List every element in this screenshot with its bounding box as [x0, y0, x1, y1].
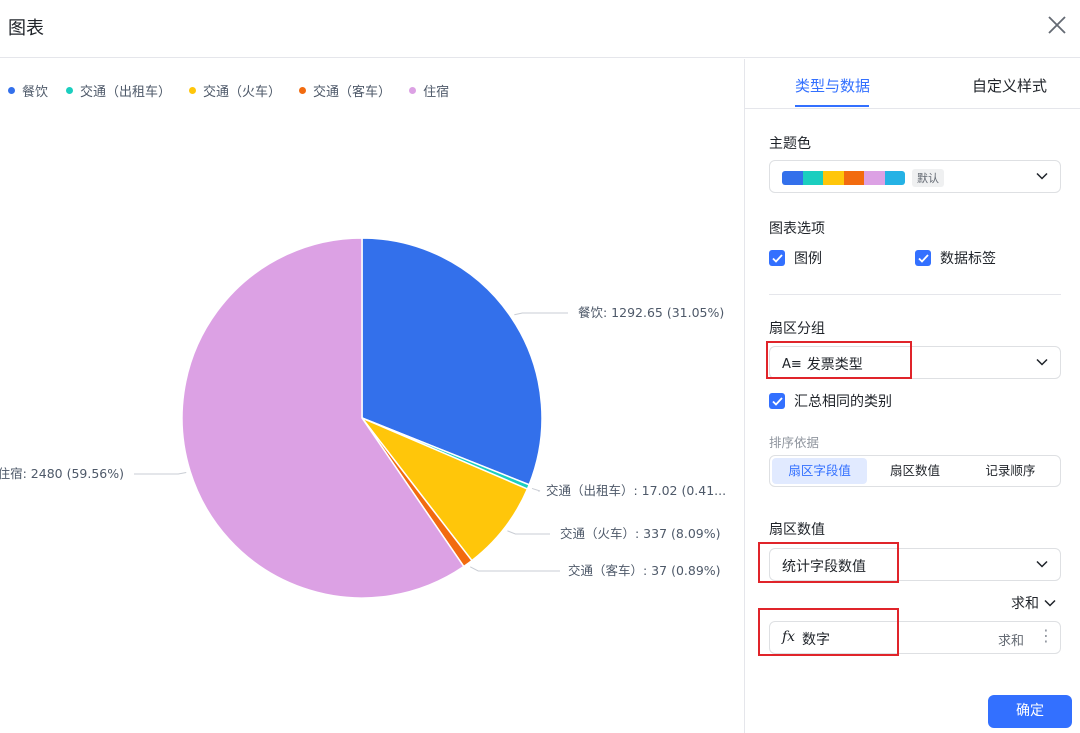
legend-label: 交通（出租车） — [80, 85, 172, 100]
confirm-button[interactable]: 确定 — [988, 695, 1072, 728]
label-leader-line — [469, 566, 560, 572]
section-divider — [769, 294, 1061, 295]
settings-panel: 类型与数据 自定义样式 主题色 默认 图表选项 图例 数据标签 扇区分组 A≡ … — [745, 59, 1080, 733]
legend-dot — [409, 87, 417, 94]
checkbox-checked-icon — [915, 250, 931, 266]
slice-data-label: 餐饮: 1292.65 (31.05%) — [578, 305, 724, 320]
merge-same-checkbox[interactable]: 汇总相同的类别 — [769, 391, 892, 411]
checkbox-checked-icon — [769, 393, 785, 409]
slice-data-label: 交通（火车）: 337 (8.09%) — [560, 526, 720, 541]
color-swatch — [782, 171, 803, 185]
tab-custom-style[interactable]: 自定义样式 — [972, 75, 1047, 96]
theme-swatches — [782, 171, 905, 185]
chevron-down-icon — [1036, 172, 1048, 180]
legend-label: 交通（火车） — [203, 85, 282, 100]
sort-option-sector-value[interactable]: 扇区数值 — [867, 458, 962, 484]
slice-data-label: 住宿: 2480 (59.56%) — [0, 466, 124, 481]
tab-type-and-data[interactable]: 类型与数据 — [795, 75, 870, 96]
dialog-title: 图表 — [8, 18, 44, 39]
color-swatch — [802, 171, 823, 185]
value-field-row[interactable]: fx 数字 求和 ⋮ — [769, 621, 1061, 654]
theme-color-label: 主题色 — [769, 136, 811, 152]
sector-group-label: 扇区分组 — [769, 321, 825, 337]
label-leader-line — [531, 487, 541, 492]
slice-data-label: 交通（出租车）: 17.02 (0.41... — [546, 483, 726, 498]
aggregate-dropdown[interactable]: 求和 — [1011, 593, 1056, 613]
sort-by-label: 排序依据 — [769, 435, 820, 450]
panel-tabs: 类型与数据 自定义样式 — [745, 59, 1080, 109]
legend-checkbox[interactable]: 图例 — [769, 248, 822, 268]
legend-dot — [8, 87, 15, 94]
legend-item[interactable]: 交通（客车） — [299, 81, 391, 100]
pie-chart: 餐饮: 1292.65 (31.05%) 交通（出租车）: 17.02 (0.41… — [0, 237, 726, 599]
label-leader-line — [514, 312, 568, 316]
sort-segmented-control: 扇区字段值 扇区数值 记录顺序 — [769, 455, 1061, 487]
checkbox-checked-icon — [769, 250, 785, 266]
theme-color-select[interactable]: 默认 — [769, 160, 1061, 193]
legend-item[interactable]: 交通（出租车） — [66, 81, 171, 100]
data-label-checkbox[interactable]: 数据标签 — [915, 248, 996, 268]
legend-label: 餐饮 — [22, 85, 49, 100]
legend-item[interactable]: 住宿 — [409, 81, 449, 100]
color-swatch — [823, 171, 844, 185]
more-icon[interactable]: ⋮ — [1038, 626, 1054, 645]
chevron-down-icon — [1036, 560, 1048, 568]
value-mode-select[interactable]: 统计字段数值 — [769, 548, 1061, 581]
merge-same-label: 汇总相同的类别 — [794, 394, 892, 410]
data-label-checkbox-label: 数据标签 — [940, 251, 996, 267]
color-swatch — [843, 171, 864, 185]
sort-option-field-value[interactable]: 扇区字段值 — [772, 458, 868, 484]
label-leader-line — [134, 471, 187, 475]
text-field-icon: A≡ — [782, 356, 802, 372]
chart-area: 餐饮: 1292.65 (31.05%) 交通（出租车）: 17.02 (0.41… — [0, 59, 745, 733]
chevron-down-icon — [1044, 599, 1056, 607]
group-field-value: 发票类型 — [806, 357, 863, 373]
sort-option-record-order[interactable]: 记录顺序 — [963, 458, 1058, 484]
aggregate-label: 求和 — [1011, 596, 1039, 612]
sector-value-label: 扇区数值 — [769, 522, 825, 538]
active-tab-indicator — [795, 105, 869, 107]
legend-checkbox-label: 图例 — [794, 251, 822, 267]
legend-label: 住宿 — [423, 85, 450, 100]
default-tag: 默认 — [912, 169, 944, 187]
legend-item[interactable]: 餐饮 — [8, 81, 48, 100]
color-swatch — [884, 171, 905, 185]
legend-dot — [66, 87, 74, 94]
value-field-name: 数字 — [802, 632, 830, 648]
close-icon[interactable] — [1044, 12, 1070, 38]
chart-legend: 餐饮 交通（出租车） 交通（火车） 交通（客车） 住宿 — [8, 81, 467, 100]
chart-dialog: 图表 餐饮: 1292.65 (31.05%) 交通（出租车）: 17.02 (0… — [0, 0, 1080, 733]
slice-data-label: 交通（客车）: 37 (0.89%) — [568, 563, 721, 578]
dialog-header: 图表 — [0, 0, 1080, 58]
chart-options-label: 图表选项 — [769, 221, 825, 237]
value-mode-text: 统计字段数值 — [782, 559, 866, 575]
formula-icon: fx — [782, 629, 796, 645]
legend-dot — [189, 87, 197, 94]
field-aggregate[interactable]: 求和 — [998, 630, 1024, 649]
label-leader-line — [507, 530, 550, 535]
legend-dot — [299, 87, 307, 94]
legend-label: 交通（客车） — [313, 85, 392, 100]
group-field-select[interactable]: A≡ 发票类型 — [769, 346, 1061, 379]
chevron-down-icon — [1036, 358, 1048, 366]
legend-item[interactable]: 交通（火车） — [189, 81, 281, 100]
color-swatch — [864, 171, 885, 185]
